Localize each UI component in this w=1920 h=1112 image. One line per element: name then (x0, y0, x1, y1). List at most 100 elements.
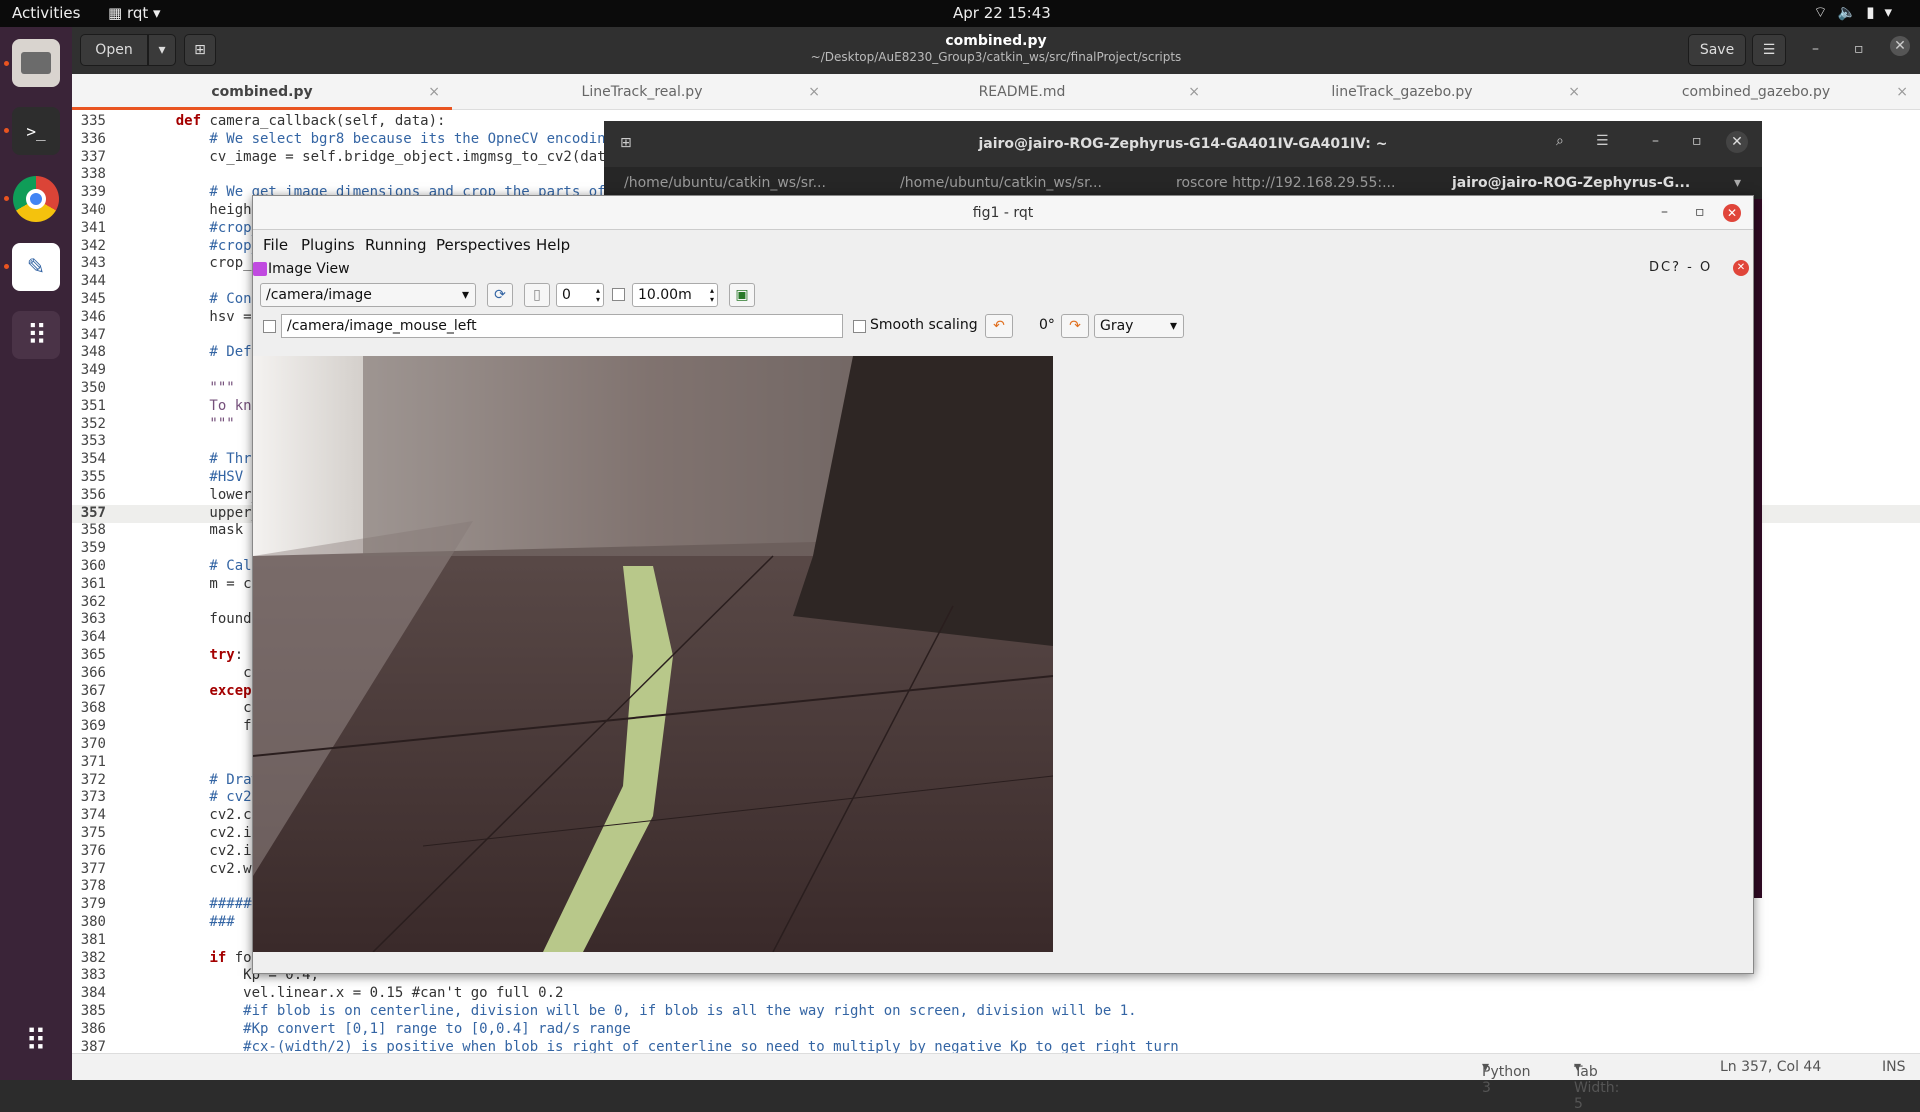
language-selector[interactable]: Python 3 ▾ (1482, 1059, 1531, 1096)
rqt-window: fig1 - rqt – ▫ ✕ File Plugins Running Pe… (252, 195, 1754, 974)
line-number: 365 (80, 647, 106, 663)
rotate-right-button[interactable]: ↷ (1061, 314, 1089, 338)
line-number: 349 (80, 362, 106, 379)
maximize-icon[interactable]: ▫ (1854, 41, 1864, 57)
smooth-scaling-label: Smooth scaling (870, 317, 978, 333)
topic-value: /camera/image (266, 287, 372, 303)
rotate-checkbox[interactable] (612, 288, 625, 301)
camera-image-view[interactable] (253, 356, 1053, 952)
app-menu[interactable]: ▦ rqt ▾ (108, 4, 161, 22)
close-plugin-icon[interactable]: ✕ (1733, 260, 1749, 276)
line-number: 347 (80, 326, 106, 343)
tab-linetrack-gazebo[interactable]: lineTrack_gazebo.py × (1212, 74, 1592, 110)
minimize-icon[interactable]: – (1661, 204, 1668, 220)
line-number: 363 (80, 611, 106, 628)
line-number: 335 (80, 113, 106, 129)
rotate-left-button[interactable]: ↶ (985, 314, 1013, 338)
menu-button[interactable]: ☰ (1752, 34, 1786, 66)
new-tab-icon[interactable]: ⊞ (620, 135, 632, 151)
code-line[interactable]: """ (142, 416, 234, 434)
system-tray[interactable]: ⌔🔈▮▾ (1813, 3, 1902, 22)
code-line[interactable]: try: (142, 647, 243, 665)
close-icon[interactable]: ✕ (1723, 204, 1741, 222)
hamburger-icon[interactable]: ☰ (1596, 133, 1609, 149)
terminal-icon[interactable]: >_ (12, 107, 60, 155)
color-scheme-select[interactable]: Gray ▾ (1094, 314, 1184, 338)
line-number: 375 (80, 825, 106, 841)
line-number: 362 (80, 593, 106, 610)
rotation-label: 0° (1039, 317, 1055, 333)
refresh-topics-button[interactable]: ⟳ (487, 283, 513, 307)
maximize-icon[interactable]: ▫ (1692, 133, 1702, 149)
num-gridlines-spinbox[interactable]: 0 ▴ ▾ (556, 283, 604, 307)
apps-grid-icon[interactable]: ⠿ (12, 311, 60, 359)
interval-spinbox[interactable]: 10.00m ▴ ▾ (632, 283, 718, 307)
rqt-title: fig1 - rqt (253, 196, 1753, 230)
menu-perspectives[interactable]: Perspectives (436, 236, 531, 254)
tab-linetrack-real[interactable]: LineTrack_real.py × (452, 74, 832, 110)
line-number: 369 (80, 718, 106, 735)
smooth-scaling-checkbox[interactable] (853, 320, 866, 333)
line-number: 370 (80, 736, 106, 752)
line-number: 353 (80, 433, 106, 450)
line-number: 341 (80, 219, 106, 236)
line-number: 359 (80, 540, 106, 557)
show-applications-icon[interactable]: ⠿ (12, 1017, 60, 1065)
save-button[interactable]: Save (1688, 34, 1746, 66)
save-image-icon: ▣ (735, 287, 749, 303)
clock[interactable]: Apr 22 15:43 (953, 4, 1051, 22)
activities-button[interactable]: Activities (12, 4, 80, 22)
chrome-icon[interactable] (12, 175, 60, 223)
line-number: 366 (80, 664, 106, 681)
chevron-down-icon[interactable]: ▾ (1734, 175, 1741, 191)
maximize-icon[interactable]: ▫ (1695, 204, 1705, 220)
line-number: 378 (80, 878, 106, 895)
tab-width-selector[interactable]: Tab Width: 5 ▾ (1574, 1059, 1619, 1112)
line-number: 356 (80, 486, 106, 503)
code-line[interactable]: """ (142, 380, 234, 398)
menu-bar: File Plugins Running Perspectives Help (253, 230, 1753, 258)
line-number: 376 (80, 842, 106, 859)
search-icon[interactable]: ⌕ (1556, 133, 1564, 149)
line-number: 374 (80, 807, 106, 824)
save-image-button[interactable]: ▣ (729, 283, 755, 307)
mouse-topic-input[interactable]: /camera/image_mouse_left (281, 314, 843, 338)
close-icon[interactable]: × (808, 74, 820, 110)
code-line[interactable]: #Kp convert [0,1] range to [0,0.4] rad/s… (142, 1021, 631, 1039)
files-icon[interactable] (12, 39, 60, 87)
minimize-icon[interactable]: – (1812, 41, 1819, 57)
code-line[interactable]: vel.linear.x = 0.15 #can't go full 0.2 (142, 985, 563, 1003)
line-number: 350 (80, 380, 106, 396)
cursor-position[interactable]: Ln 357, Col 44 (1720, 1059, 1821, 1075)
line-number: 385 (80, 1003, 106, 1019)
close-icon[interactable]: × (428, 74, 440, 110)
tab-label: roscore http://192.168.29.55:... (1176, 175, 1396, 191)
menu-file[interactable]: File (263, 236, 288, 254)
tab-combined-gazebo[interactable]: combined_gazebo.py × (1592, 74, 1920, 110)
code-line[interactable]: #if blob is on centerline, division will… (142, 1003, 1136, 1021)
close-icon[interactable]: × (1188, 74, 1200, 110)
close-icon[interactable]: ✕ (1890, 36, 1910, 56)
menu-plugins[interactable]: Plugins (301, 236, 355, 254)
zoom-button[interactable]: ▯ (524, 283, 550, 307)
menu-help[interactable]: Help (536, 236, 570, 254)
tab-combined[interactable]: combined.py × (72, 74, 452, 110)
close-icon[interactable]: × (1896, 74, 1908, 110)
hamburger-icon: ☰ (1762, 42, 1776, 58)
line-number: 386 (80, 1020, 106, 1037)
tab-readme[interactable]: README.md × (832, 74, 1212, 110)
close-icon[interactable]: ✕ (1726, 131, 1748, 153)
plugin-controls-label: DC? - O (1649, 260, 1713, 275)
line-number: 354 (80, 451, 106, 468)
plugin-controls[interactable]: DC? - O (1649, 260, 1712, 275)
publish-click-checkbox[interactable] (263, 320, 276, 333)
line-number: 348 (80, 344, 106, 361)
topic-select[interactable]: /camera/image ▾ (260, 283, 476, 307)
close-icon[interactable]: × (1568, 74, 1580, 110)
document-title: combined.py (945, 33, 1047, 49)
code-line[interactable]: def camera_callback(self, data): (142, 113, 446, 131)
menu-running[interactable]: Running (365, 236, 426, 254)
line-number: 360 (80, 558, 106, 574)
text-editor-icon[interactable]: ✎ (12, 243, 60, 291)
minimize-icon[interactable]: – (1652, 133, 1659, 149)
